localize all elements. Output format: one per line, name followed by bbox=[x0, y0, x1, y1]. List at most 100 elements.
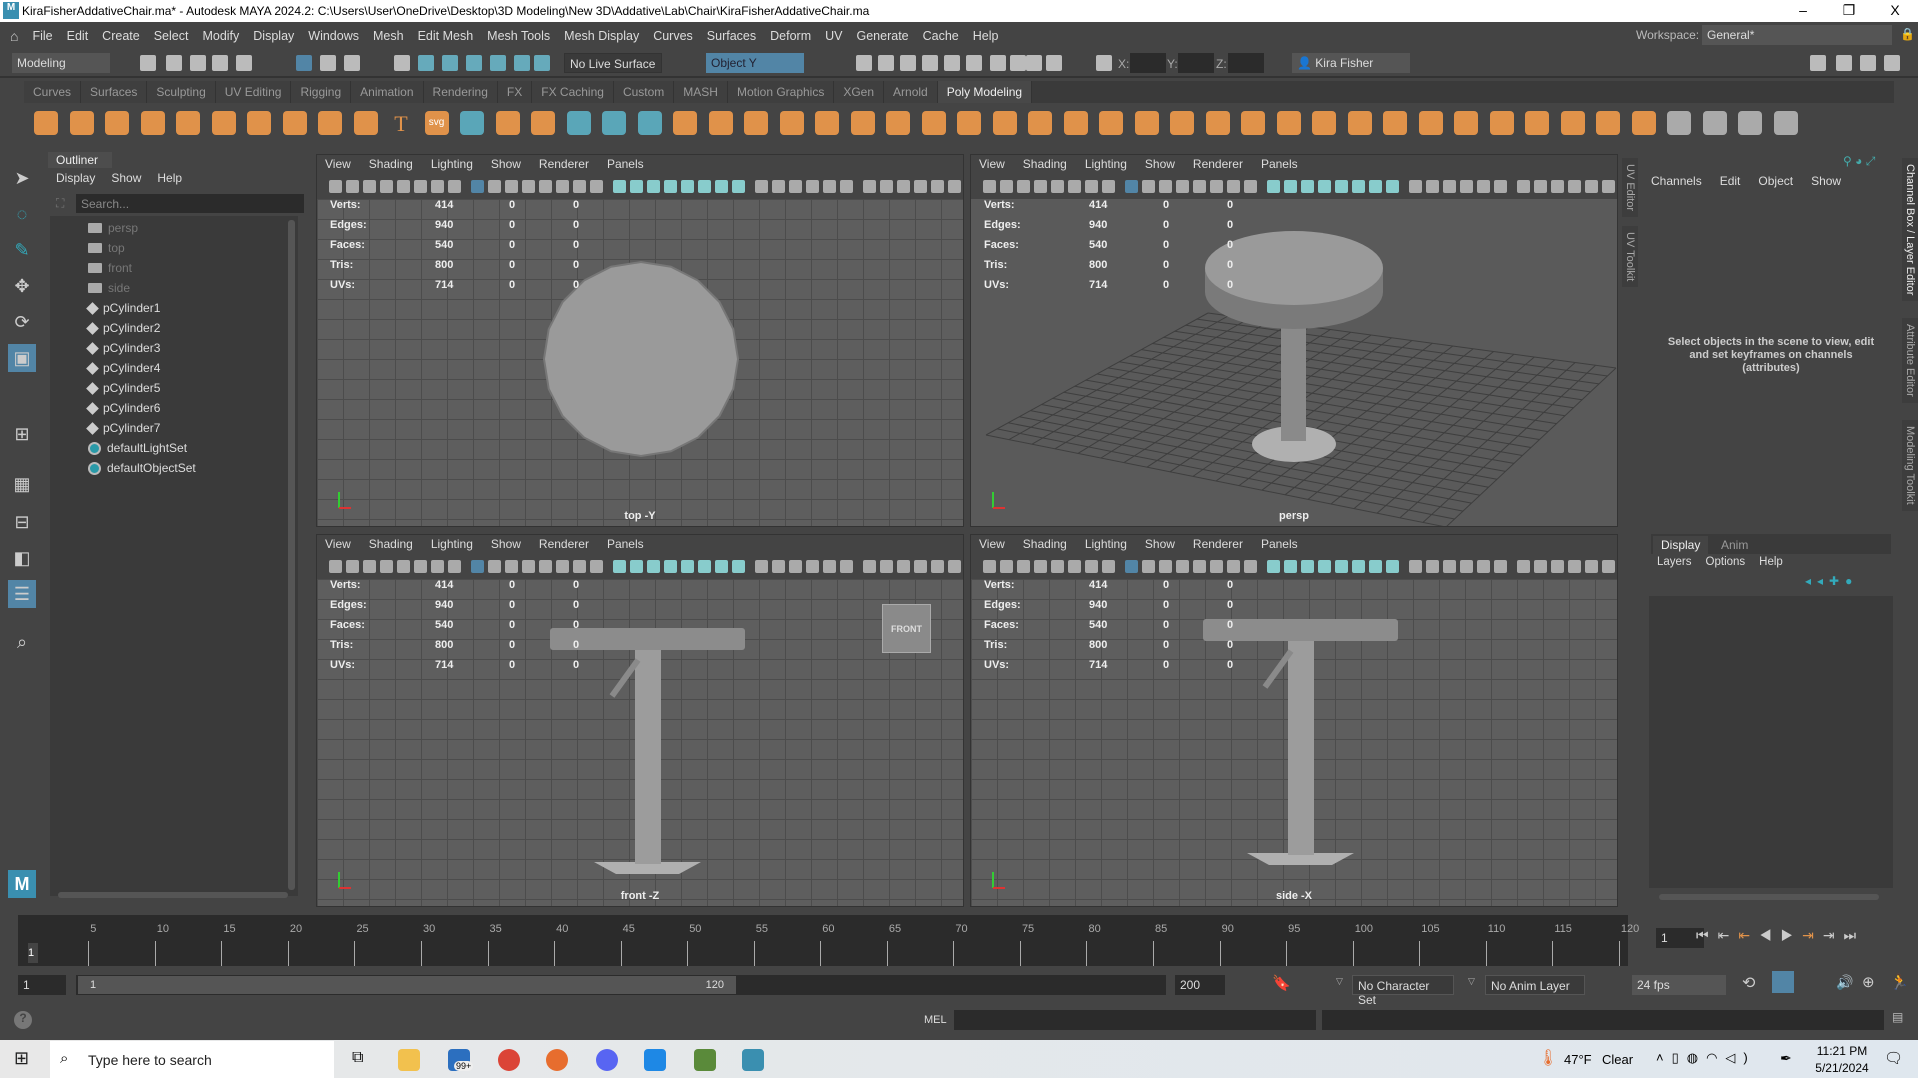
viewport-tool-icon[interactable] bbox=[1142, 560, 1155, 573]
toolbar-tool-icon[interactable] bbox=[442, 55, 458, 71]
menu-file[interactable]: File bbox=[32, 29, 52, 43]
shelf-tool-icon[interactable] bbox=[637, 111, 662, 135]
viewport-menu-renderer[interactable]: Renderer bbox=[1193, 537, 1243, 551]
viewport-tool-icon[interactable] bbox=[1193, 180, 1206, 193]
shelf-tool-icon[interactable] bbox=[957, 111, 981, 135]
uv-editor-tab[interactable]: UV Editor bbox=[1622, 158, 1638, 218]
viewport-tool-icon[interactable] bbox=[471, 560, 484, 573]
shelf-tool-icon[interactable] bbox=[1383, 111, 1407, 135]
viewport-tool-icon[interactable] bbox=[1000, 560, 1013, 573]
toolbar-tool-icon[interactable] bbox=[1026, 55, 1042, 71]
viewport-tool-icon[interactable] bbox=[431, 560, 444, 573]
shelf-tool-icon[interactable] bbox=[1418, 111, 1443, 135]
viewport-tool-icon[interactable] bbox=[1409, 560, 1422, 573]
viewport-tool-icon[interactable] bbox=[1193, 560, 1206, 573]
shelf-tab-uv-editing[interactable]: UV Editing bbox=[215, 81, 292, 103]
pen-icon[interactable]: ✒ bbox=[1780, 1050, 1792, 1067]
viewport-tool-icon[interactable] bbox=[755, 560, 768, 573]
help-menu[interactable]: Help bbox=[1759, 556, 1783, 568]
stool-seat-top[interactable] bbox=[542, 260, 740, 458]
layout-two-icon[interactable]: ⊟ bbox=[8, 508, 36, 536]
toolbar-tool-icon[interactable] bbox=[320, 55, 336, 71]
toolbar-tool-icon[interactable] bbox=[1836, 55, 1852, 71]
shelf-tool-icon[interactable] bbox=[1134, 111, 1159, 135]
shelf-tool-icon[interactable] bbox=[815, 111, 839, 135]
toolbar-tool-icon[interactable] bbox=[856, 55, 872, 71]
discord-icon[interactable] bbox=[596, 1049, 618, 1071]
shelf-tool-icon[interactable] bbox=[1773, 111, 1798, 135]
x-input[interactable] bbox=[1130, 53, 1166, 73]
stool-stem[interactable] bbox=[635, 650, 661, 864]
weather-temp[interactable]: 47°F bbox=[1564, 1052, 1592, 1067]
viewport-tool-icon[interactable] bbox=[1284, 180, 1297, 193]
viewport-menu-view[interactable]: View bbox=[325, 537, 351, 551]
viewport-tool-icon[interactable] bbox=[1000, 180, 1013, 193]
viewport-tool-icon[interactable] bbox=[1085, 180, 1098, 193]
viewport-tool-icon[interactable] bbox=[1494, 560, 1507, 573]
viewport-tool-icon[interactable] bbox=[488, 180, 501, 193]
outliner-item[interactable]: pCylinder1 bbox=[86, 298, 160, 318]
outliner-item[interactable]: pCylinder7 bbox=[86, 418, 160, 438]
toolbar-tool-icon[interactable] bbox=[534, 55, 550, 71]
shelf-tool-icon[interactable] bbox=[1170, 111, 1194, 135]
viewport-tool-icon[interactable] bbox=[380, 180, 393, 193]
shelf-tool-icon[interactable] bbox=[1028, 111, 1052, 135]
loop-icon[interactable]: ⟲ bbox=[1742, 973, 1755, 993]
system-tray-icons[interactable]: ˄▯◍◠◁) bbox=[1656, 1050, 1756, 1066]
viewport-tool-icon[interactable] bbox=[1551, 180, 1564, 193]
viewport-tool-icon[interactable] bbox=[863, 180, 876, 193]
user-account-dropdown[interactable]: 👤 Kira Fisher bbox=[1292, 53, 1410, 73]
attribute-editor-tab[interactable]: Attribute Editor bbox=[1902, 318, 1918, 403]
lock-icon[interactable]: 🔒 bbox=[1900, 27, 1915, 41]
outliner-scrollbar[interactable] bbox=[288, 220, 295, 890]
stool-stem[interactable] bbox=[1288, 641, 1314, 855]
shelf-tool-icon[interactable] bbox=[105, 111, 129, 135]
viewport-tool-icon[interactable] bbox=[1534, 180, 1547, 193]
menu-edit-mesh[interactable]: Edit Mesh bbox=[418, 29, 474, 43]
viewport-menu-panels[interactable]: Panels bbox=[607, 157, 644, 171]
chrome-icon[interactable] bbox=[498, 1049, 520, 1071]
viewport-tool-icon[interactable] bbox=[1386, 560, 1399, 573]
toolbar-tool-icon[interactable] bbox=[296, 55, 312, 71]
viewport-tool-icon[interactable] bbox=[948, 560, 961, 573]
photos-icon[interactable] bbox=[644, 1049, 666, 1071]
viewport-tool-icon[interactable] bbox=[505, 180, 518, 193]
viewport-tool-icon[interactable] bbox=[380, 560, 393, 573]
viewport-tool-icon[interactable] bbox=[522, 560, 535, 573]
shelf-tool-icon[interactable] bbox=[282, 111, 307, 135]
viewport-tool-icon[interactable] bbox=[931, 560, 944, 573]
viewport-tool-icon[interactable] bbox=[1017, 560, 1030, 573]
viewport-tool-icon[interactable] bbox=[522, 180, 535, 193]
shelf-tab-rendering[interactable]: Rendering bbox=[423, 81, 498, 103]
viewport-tool-icon[interactable] bbox=[1443, 180, 1456, 193]
viewport-tool-icon[interactable] bbox=[363, 180, 376, 193]
start-frame-field[interactable]: 1 bbox=[18, 975, 66, 995]
viewport-tool-icon[interactable] bbox=[789, 180, 802, 193]
viewport-tool-icon[interactable] bbox=[823, 560, 836, 573]
viewport-menu-view[interactable]: View bbox=[325, 157, 351, 171]
shelf-tab-mash[interactable]: MASH bbox=[674, 81, 728, 103]
shelf-tool-icon[interactable] bbox=[34, 111, 58, 135]
shelf-tool-icon[interactable] bbox=[602, 111, 626, 135]
shelf-tool-icon[interactable] bbox=[921, 111, 946, 135]
viewport-menu-panels[interactable]: Panels bbox=[607, 537, 644, 551]
uv-toolkit-tab[interactable]: UV Toolkit bbox=[1622, 226, 1638, 288]
viewport-tool-icon[interactable] bbox=[806, 560, 819, 573]
toolbar-tool-icon[interactable] bbox=[166, 55, 182, 71]
menu-windows[interactable]: Windows bbox=[308, 29, 359, 43]
show-menu[interactable]: Show bbox=[1811, 174, 1841, 188]
lasso-tool-icon[interactable]: ◌ bbox=[8, 200, 36, 228]
toolbar-tool-icon[interactable] bbox=[1860, 55, 1876, 71]
edit-menu[interactable]: Edit bbox=[1720, 174, 1741, 188]
viewport-tool-icon[interactable] bbox=[1602, 560, 1615, 573]
shelf-tab-surfaces[interactable]: Surfaces bbox=[81, 81, 148, 103]
layer-tab-display[interactable]: Display bbox=[1653, 536, 1709, 554]
help-icon[interactable]: ? bbox=[14, 1011, 32, 1029]
outliner-tab[interactable]: Outliner bbox=[48, 152, 112, 168]
viewport-tool-icon[interactable] bbox=[914, 180, 927, 193]
menu-mesh-tools[interactable]: Mesh Tools bbox=[487, 29, 550, 43]
viewport-menu-lighting[interactable]: Lighting bbox=[431, 537, 473, 551]
character-set-arrow-icon[interactable]: ▽ bbox=[1336, 976, 1343, 987]
viewport-tool-icon[interactable] bbox=[914, 560, 927, 573]
shelf-tool-icon[interactable] bbox=[211, 111, 236, 135]
